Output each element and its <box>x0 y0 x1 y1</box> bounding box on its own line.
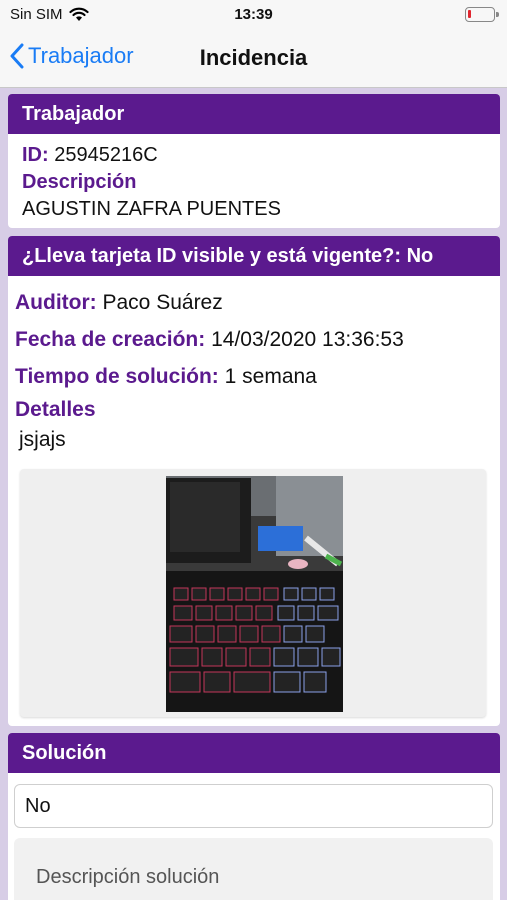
solution-time-value: 1 semana <box>224 365 317 388</box>
created-date-label: Fecha de creación: <box>15 328 206 351</box>
worker-description-label: Descripción <box>22 171 137 193</box>
incident-card: ¿Lleva tarjeta ID visible y está vigente… <box>8 236 500 726</box>
auditor-label: Auditor: <box>15 291 97 314</box>
solution-time-row: Tiempo de solución: 1 semana <box>15 358 493 395</box>
incident-card-body: Auditor: Paco Suárez Fecha de creación: … <box>8 276 500 463</box>
status-bar: Sin SIM 13:39 <box>0 0 507 30</box>
incident-card-header: ¿Lleva tarjeta ID visible y está vigente… <box>8 236 500 276</box>
worker-id-label: ID: <box>22 144 49 166</box>
auditor-row: Auditor: Paco Suárez <box>15 284 493 321</box>
worker-description-value: AGUSTIN ZAFRA PUENTES <box>22 198 281 220</box>
worker-card: Trabajador ID: 25945216C Descripción AGU… <box>8 94 500 228</box>
keyboard-photo-image <box>166 476 343 712</box>
worker-card-header: Trabajador <box>8 94 500 134</box>
status-time: 13:39 <box>234 6 273 23</box>
battery-icon <box>465 7 499 22</box>
worker-id-row: ID: 25945216C <box>22 142 486 169</box>
photo-container <box>20 469 486 717</box>
solution-time-label: Tiempo de solución: <box>15 365 219 388</box>
navigation-bar: Trabajador Incidencia <box>0 30 507 88</box>
worker-card-body: ID: 25945216C Descripción AGUSTIN ZAFRA … <box>8 134 500 228</box>
solution-description-textarea[interactable]: Descripción solución <box>14 838 493 900</box>
solution-card: Solución No Descripción solución <box>8 733 500 900</box>
solution-input[interactable]: No <box>14 784 493 828</box>
chevron-left-icon <box>10 43 24 69</box>
details-label: Detalles <box>15 398 96 421</box>
worker-id-value: 25945216C <box>54 144 158 166</box>
solution-card-header: Solución <box>8 733 500 773</box>
created-date-row: Fecha de creación: 14/03/2020 13:36:53 <box>15 321 493 358</box>
back-button-label: Trabajador <box>28 43 134 68</box>
incident-photo[interactable] <box>166 476 343 712</box>
details-value: jsjajs <box>19 428 66 451</box>
back-button[interactable]: Trabajador <box>10 43 134 69</box>
auditor-value: Paco Suárez <box>102 291 223 314</box>
solution-card-body: No Descripción solución <box>8 773 500 900</box>
battery-level <box>468 10 471 18</box>
created-date-value: 14/03/2020 13:36:53 <box>211 328 404 351</box>
